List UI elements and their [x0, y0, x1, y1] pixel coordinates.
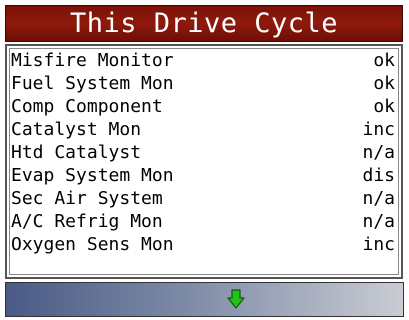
monitor-status: ok	[373, 73, 395, 94]
down-arrow-icon[interactable]	[227, 289, 245, 309]
monitor-status: inc	[362, 234, 395, 255]
monitor-status: ok	[373, 96, 395, 117]
list-item[interactable]: Sec Air System n/a	[11, 187, 395, 210]
monitor-list: Misfire Monitor ok Fuel System Mon ok Co…	[5, 44, 403, 279]
list-item[interactable]: A/C Refrig Mon n/a	[11, 210, 395, 233]
page-title: This Drive Cycle	[69, 8, 339, 39]
monitor-name: Evap System Mon	[11, 165, 174, 186]
list-item[interactable]: Htd Catalyst n/a	[11, 141, 395, 164]
list-item[interactable]: Fuel System Mon ok	[11, 72, 395, 95]
monitor-name: Oxygen Sens Mon	[11, 234, 174, 255]
monitor-name: Comp Component	[11, 96, 163, 117]
list-item[interactable]: Oxygen Sens Mon inc	[11, 233, 395, 256]
monitor-status: inc	[362, 119, 395, 140]
monitor-name: Fuel System Mon	[11, 73, 174, 94]
monitor-name: A/C Refrig Mon	[11, 211, 163, 232]
footer-scroll-bar	[5, 282, 404, 317]
monitor-status: n/a	[362, 211, 395, 232]
monitor-name: Misfire Monitor	[11, 50, 174, 71]
title-bar: This Drive Cycle	[5, 5, 403, 42]
monitor-status: n/a	[362, 188, 395, 209]
monitor-name: Catalyst Mon	[11, 119, 142, 140]
list-item[interactable]: Misfire Monitor ok	[11, 49, 395, 72]
monitor-status: n/a	[362, 142, 395, 163]
list-item[interactable]: Comp Component ok	[11, 95, 395, 118]
monitor-name: Htd Catalyst	[11, 142, 142, 163]
monitor-status: ok	[373, 50, 395, 71]
list-item[interactable]: Evap System Mon dis	[11, 164, 395, 187]
monitor-status: dis	[362, 165, 395, 186]
list-item[interactable]: Catalyst Mon inc	[11, 118, 395, 141]
monitor-name: Sec Air System	[11, 188, 163, 209]
